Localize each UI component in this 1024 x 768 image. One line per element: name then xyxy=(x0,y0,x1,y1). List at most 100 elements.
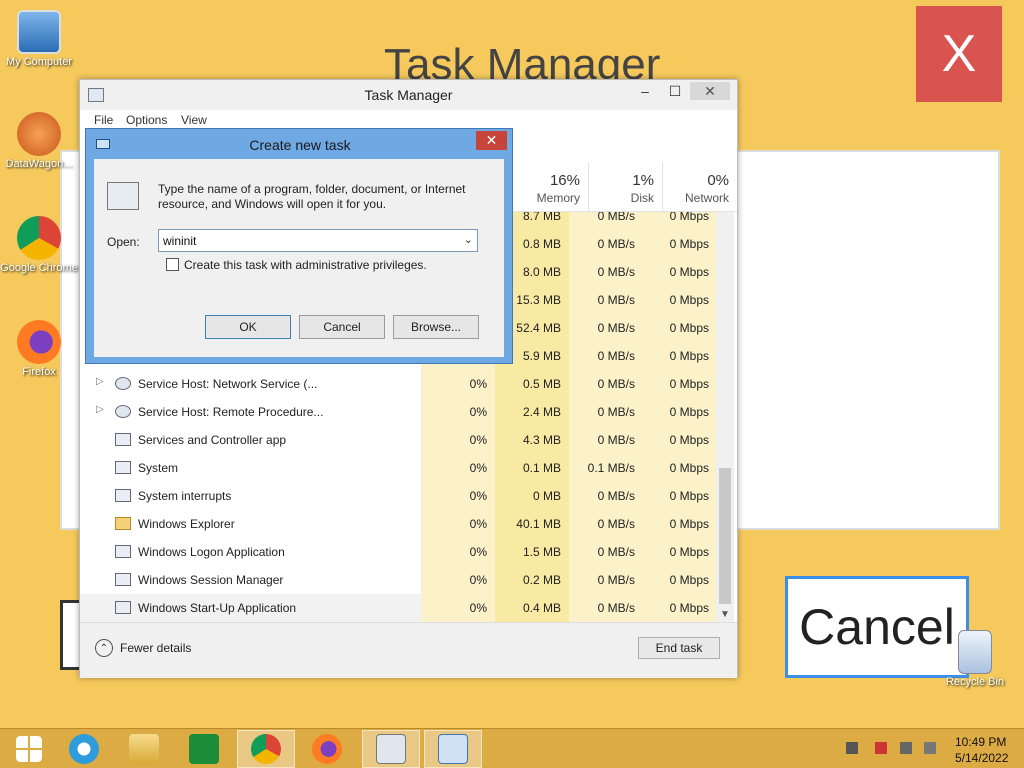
folder-icon xyxy=(115,517,131,530)
process-name: Service Host: Remote Procedure... xyxy=(138,405,324,419)
process-row[interactable]: Services and Controller app 0% 4.3 MB 0 MB/… xyxy=(80,426,716,454)
cpu-cell: 0% xyxy=(421,398,495,426)
chevron-up-icon[interactable]: ⌃ xyxy=(95,639,113,657)
taskbar-file-explorer[interactable] xyxy=(115,730,173,768)
scroll-down-icon[interactable]: ▼ xyxy=(720,609,730,620)
process-name: Service Host: Network Service (... xyxy=(138,377,318,391)
network-cell: 0 Mbps xyxy=(643,510,716,538)
cpu-cell: 0% xyxy=(421,370,495,398)
computer-icon xyxy=(17,10,61,54)
admin-privileges-checkbox[interactable] xyxy=(166,258,179,271)
process-name: Windows Explorer xyxy=(138,517,235,531)
disk-label: Disk xyxy=(630,191,654,205)
taskbar-task-manager[interactable] xyxy=(362,730,420,768)
column-network[interactable]: 0% Network xyxy=(662,162,737,212)
taskbar-firefox[interactable] xyxy=(298,730,356,768)
disk-cell: 0 MB/s xyxy=(569,398,643,426)
disk-cell: 0 MB/s xyxy=(569,212,643,230)
scrollbar-thumb[interactable] xyxy=(719,468,731,604)
disk-cell: 0.1 MB/s xyxy=(569,454,643,482)
process-row[interactable]: System interrupts 0% 0 MB 0 MB/s 0 Mbps xyxy=(80,482,716,510)
create-new-task-dialog: Create new task ✕ Type the name of a pro… xyxy=(85,128,513,364)
taskbar: 10:49 PM 5/14/2022 xyxy=(0,728,1024,768)
menu-bar: File Options View xyxy=(80,110,737,130)
network-cell: 0 Mbps xyxy=(643,594,716,622)
dialog-close-button[interactable]: ✕ xyxy=(476,131,507,150)
datawagon-icon xyxy=(17,112,61,156)
start-button[interactable] xyxy=(0,730,58,768)
network-cell: 0 Mbps xyxy=(643,370,716,398)
memory-percent: 16% xyxy=(549,172,580,189)
admin-privileges-label[interactable]: Create this task with administrative pri… xyxy=(184,258,427,272)
process-row[interactable]: Windows Session Manager 0% 0.2 MB 0 MB/s 0 M… xyxy=(80,566,716,594)
process-row[interactable]: System 0% 0.1 MB 0.1 MB/s 0 Mbps xyxy=(80,454,716,482)
cpu-cell: 0% xyxy=(421,454,495,482)
menu-view[interactable]: View xyxy=(181,113,207,127)
memory-cell: 0.2 MB xyxy=(495,566,569,594)
background-close-button[interactable]: X xyxy=(916,6,1002,102)
clock-date[interactable]: 5/14/2022 xyxy=(955,751,1008,765)
process-row[interactable]: Windows Explorer 0% 40.1 MB 0 MB/s 0 Mbps xyxy=(80,510,716,538)
open-combobox[interactable]: ⌄ xyxy=(158,229,478,252)
process-name: System interrupts xyxy=(138,489,232,503)
process-list-scrollbar[interactable]: ▼ xyxy=(716,212,734,622)
show-hidden-icons-icon[interactable] xyxy=(846,742,858,754)
disk-cell: 0 MB/s xyxy=(569,314,643,342)
end-task-button[interactable]: End task xyxy=(638,637,720,659)
task-manager-titlebar[interactable]: Task Manager – ☐ ✕ xyxy=(80,80,737,110)
memory-cell: 40.1 MB xyxy=(495,510,569,538)
store-icon xyxy=(189,734,219,764)
desktop-icon-datawagon[interactable]: DataWagon... xyxy=(0,112,78,170)
disk-cell: 0 MB/s xyxy=(569,342,643,370)
network-cell: 0 Mbps xyxy=(643,342,716,370)
close-button[interactable]: ✕ xyxy=(690,82,730,100)
network-cell: 0 Mbps xyxy=(643,482,716,510)
network-icon[interactable] xyxy=(900,742,912,754)
run-dialog-icon xyxy=(438,734,468,764)
volume-muted-icon[interactable] xyxy=(924,742,936,754)
taskbar-internet-explorer[interactable] xyxy=(55,730,113,768)
fewer-details-link[interactable]: Fewer details xyxy=(120,641,191,655)
disk-cell: 0 MB/s xyxy=(569,594,643,622)
run-program-icon xyxy=(107,182,139,210)
cpu-cell: 0% xyxy=(421,426,495,454)
process-row[interactable]: Windows Start-Up Application 0% 0.4 MB 0 MB… xyxy=(80,594,716,622)
process-row[interactable]: Windows Logon Application 0% 1.5 MB 0 MB/s 0… xyxy=(80,538,716,566)
desktop-icon-label: Firefox xyxy=(22,366,56,378)
application-icon xyxy=(115,433,131,446)
clock-time[interactable]: 10:49 PM xyxy=(955,735,1006,749)
open-input[interactable] xyxy=(163,233,453,249)
action-center-flag-icon[interactable] xyxy=(875,742,887,754)
memory-cell: 1.5 MB xyxy=(495,538,569,566)
minimize-button[interactable]: – xyxy=(635,82,655,100)
desktop-icon-recycle-bin[interactable]: Recycle Bin xyxy=(936,630,1014,688)
expand-arrow-icon[interactable]: ▷ xyxy=(96,404,104,415)
column-memory[interactable]: 16% Memory xyxy=(514,162,588,212)
desktop-icon-google-chrome[interactable]: Google Chrome xyxy=(0,216,78,274)
dialog-body: Type the name of a program, folder, docu… xyxy=(94,159,504,357)
memory-cell: 4.3 MB xyxy=(495,426,569,454)
disk-cell: 0 MB/s xyxy=(569,370,643,398)
taskbar-store[interactable] xyxy=(175,730,233,768)
desktop-icon-my-computer[interactable]: My Computer xyxy=(0,10,78,68)
ok-button[interactable]: OK xyxy=(205,315,291,339)
desktop-icon-firefox[interactable]: Firefox xyxy=(0,320,78,378)
taskbar-run-dialog[interactable] xyxy=(424,730,482,768)
desktop-icon-label: DataWagon... xyxy=(5,158,73,170)
menu-options[interactable]: Options xyxy=(126,113,167,127)
network-cell: 0 Mbps xyxy=(643,212,716,230)
network-cell: 0 Mbps xyxy=(643,454,716,482)
column-disk[interactable]: 1% Disk xyxy=(588,162,662,212)
menu-file[interactable]: File xyxy=(94,113,113,127)
cancel-button[interactable]: Cancel xyxy=(299,315,385,339)
process-name: Services and Controller app xyxy=(138,433,287,447)
expand-arrow-icon[interactable]: ▷ xyxy=(96,376,104,387)
network-cell: 0 Mbps xyxy=(643,314,716,342)
process-row[interactable]: ▷ Service Host: Remote Procedure... 0% 2.4 … xyxy=(80,398,716,426)
chevron-down-icon[interactable]: ⌄ xyxy=(464,233,473,246)
process-row[interactable]: ▷ Service Host: Network Service (... 0% 0.5… xyxy=(80,370,716,398)
taskbar-chrome[interactable] xyxy=(237,730,295,768)
browse-button[interactable]: Browse... xyxy=(393,315,479,339)
maximize-button[interactable]: ☐ xyxy=(665,82,685,100)
dialog-title: Create new task xyxy=(249,137,351,153)
